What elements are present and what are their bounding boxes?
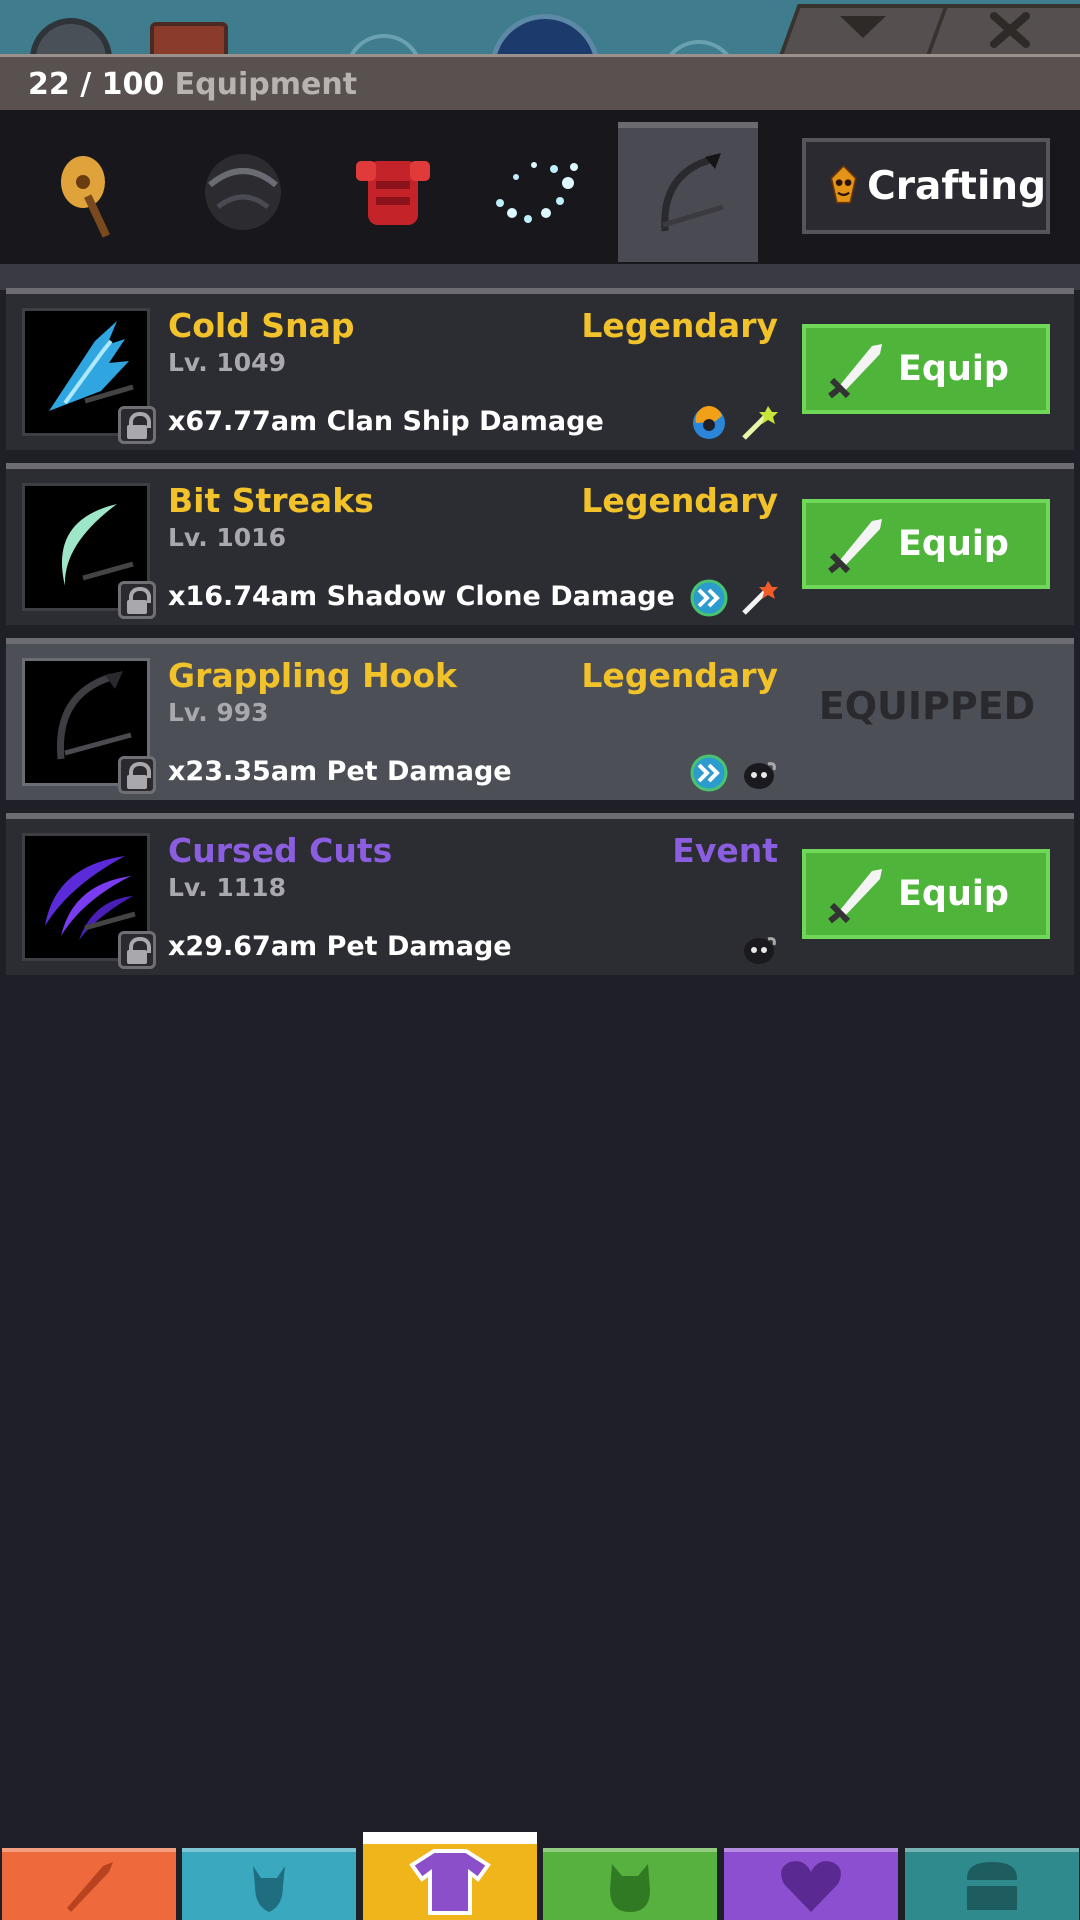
- clan-shield-icon[interactable]: [150, 22, 228, 56]
- pet-icon: [744, 762, 776, 789]
- tab-slash[interactable]: [618, 122, 758, 262]
- item-name: Bit Streaks: [168, 481, 374, 520]
- equip-button[interactable]: Equip: [802, 849, 1050, 939]
- double-arrow-set-icon: [690, 579, 728, 617]
- lock-icon[interactable]: [118, 931, 156, 969]
- fire-wand-icon: [742, 581, 778, 615]
- tab-armor[interactable]: [323, 122, 463, 262]
- list-item[interactable]: Bit Streaks Legendary Lv. 1016 x16.74am …: [6, 463, 1074, 625]
- nav-tab-hero[interactable]: [182, 1848, 356, 1920]
- item-bonus: x23.35am Pet Damage: [168, 756, 512, 787]
- item-rarity: Event: [672, 831, 778, 870]
- item-rarity: Legendary: [581, 306, 778, 345]
- heart-tab-icon: [781, 1861, 841, 1912]
- tab-aura[interactable]: [468, 122, 608, 262]
- nav-tab-chest[interactable]: [905, 1848, 1079, 1920]
- hero-tab-icon: [253, 1866, 285, 1912]
- sword-icon: [828, 519, 882, 574]
- count-label: Equipment: [174, 67, 358, 102]
- game-hud-strip: [0, 0, 1080, 56]
- lock-icon[interactable]: [118, 581, 156, 619]
- portal-orb-icon: [490, 14, 600, 56]
- red-armor-icon: [356, 161, 430, 225]
- list-item[interactable]: Grappling Hook Legendary Lv. 993 x23.35a…: [6, 638, 1074, 800]
- equipment-count: 22 / 100 Equipment: [28, 67, 357, 102]
- shirt-tab-icon: [409, 1849, 491, 1915]
- list-item[interactable]: Cold Snap Legendary Lv. 1049 x67.77am Cl…: [6, 288, 1074, 450]
- item-name: Cold Snap: [168, 306, 355, 345]
- equip-button-label: Equip: [898, 524, 1009, 564]
- bonus-icons: [690, 754, 778, 792]
- equipped-status: EQUIPPED: [818, 684, 1036, 728]
- swirl-set-icon: [693, 406, 725, 439]
- hair-helmet-icon: [205, 154, 281, 230]
- bottom-nav: [0, 1828, 1080, 1920]
- nav-tab-pet[interactable]: [543, 1848, 717, 1920]
- sword-tab-icon: [67, 1862, 113, 1912]
- item-name: Cursed Cuts: [168, 831, 393, 870]
- bonus-icons: [740, 929, 778, 967]
- lock-icon[interactable]: [118, 756, 156, 794]
- close-icon[interactable]: [990, 12, 1030, 48]
- item-level: Lv. 1016: [168, 523, 286, 552]
- item-level: Lv. 1049: [168, 348, 286, 377]
- pet-icon: [744, 937, 776, 964]
- equip-button[interactable]: Equip: [802, 499, 1050, 589]
- sparkle-aura-icon: [496, 162, 578, 223]
- item-bonus: x16.74am Shadow Clone Damage: [168, 581, 675, 612]
- chevron-down-icon[interactable]: [838, 14, 888, 40]
- lock-icon[interactable]: [118, 406, 156, 444]
- count-value: 22 / 100: [28, 67, 165, 102]
- equipment-header: 22 / 100 Equipment: [0, 54, 1080, 110]
- list-item[interactable]: Cursed Cuts Event Lv. 1118 x29.67am Pet …: [6, 813, 1074, 975]
- sword-icon: [828, 344, 882, 399]
- chest-tab-icon: [967, 1862, 1017, 1910]
- pet-tab-icon: [610, 1864, 650, 1912]
- tab-helmet[interactable]: [173, 122, 313, 262]
- hud-circle-icon: [345, 34, 423, 56]
- item-name: Grappling Hook: [168, 656, 458, 695]
- settings-gear-icon[interactable]: [30, 18, 112, 56]
- equip-button-label: Equip: [898, 349, 1009, 389]
- scythe-slash-icon: [661, 153, 724, 232]
- spark-wand-icon: [742, 406, 778, 440]
- crafting-button[interactable]: Crafting: [802, 138, 1050, 234]
- equip-button-label: Equip: [898, 874, 1009, 914]
- category-tabs: Crafting: [0, 110, 1080, 264]
- bonus-icons: [690, 404, 778, 442]
- crafting-gem-icon: [830, 164, 857, 204]
- double-arrow-set-icon: [690, 754, 728, 792]
- item-rarity: Legendary: [581, 656, 778, 695]
- nav-tab-heart[interactable]: [724, 1848, 898, 1920]
- list-divider: [0, 264, 1080, 290]
- tab-weapon[interactable]: [28, 122, 168, 262]
- item-level: Lv. 1118: [168, 873, 286, 902]
- bonus-icons: [690, 579, 778, 617]
- equip-button[interactable]: Equip: [802, 324, 1050, 414]
- item-rarity: Legendary: [581, 481, 778, 520]
- crafting-label: Crafting: [867, 163, 1046, 209]
- item-bonus: x67.77am Clan Ship Damage: [168, 406, 604, 437]
- guitar-weapon-icon: [61, 156, 110, 238]
- nav-tab-sword[interactable]: [2, 1848, 176, 1920]
- item-level: Lv. 993: [168, 698, 269, 727]
- item-bonus: x29.67am Pet Damage: [168, 931, 512, 962]
- sword-icon: [828, 869, 882, 924]
- nav-tab-equipment[interactable]: [363, 1832, 537, 1920]
